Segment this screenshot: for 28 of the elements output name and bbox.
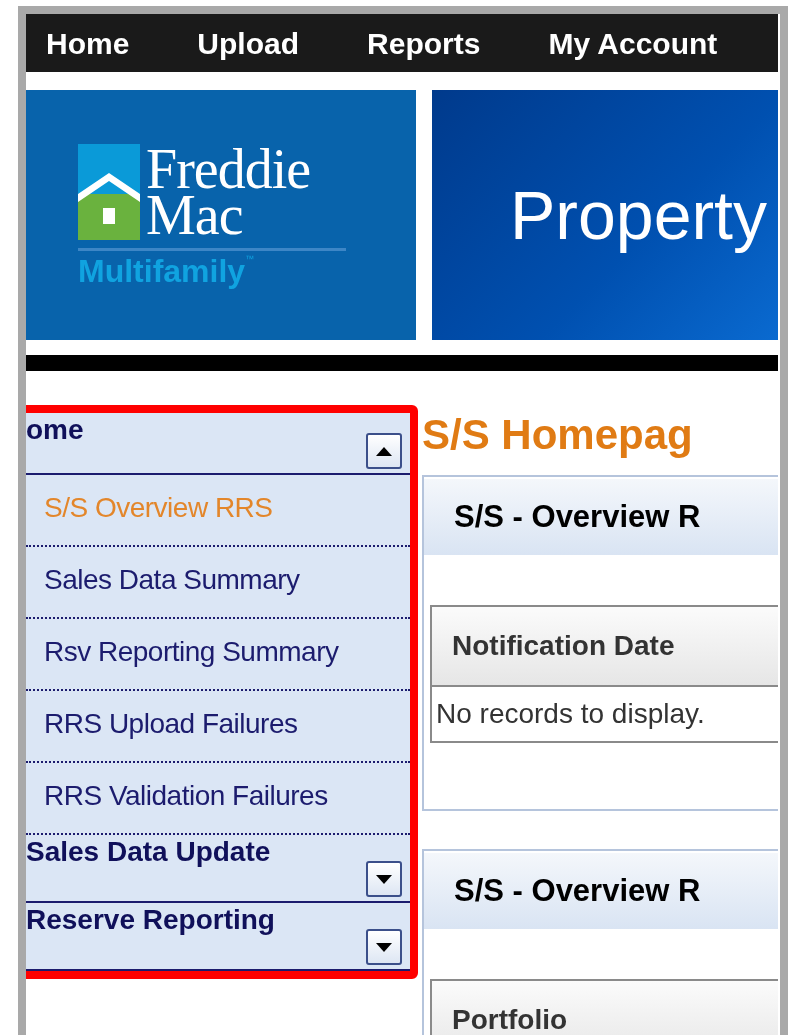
nav-link[interactable]: Upload	[197, 20, 300, 66]
sidebar-item[interactable]: RRS Validation Failures	[26, 763, 410, 835]
house-icon	[78, 143, 140, 240]
nav-link[interactable]: Home	[46, 20, 130, 66]
logo-tagline: Multifamily	[78, 254, 246, 287]
section-header[interactable]: Sales Data Update	[26, 835, 271, 867]
caret-down-icon	[376, 942, 392, 952]
section-header[interactable]: ome	[26, 413, 84, 445]
page-title: S/S Homepag	[422, 411, 694, 459]
panel-title: S/S - Overview R	[454, 497, 701, 536]
column-header[interactable]: Portfolio	[432, 981, 778, 1035]
toggle-button[interactable]	[366, 861, 402, 897]
section-header[interactable]: Reserve Reporting	[26, 903, 275, 935]
caret-down-icon	[376, 874, 392, 884]
column-header[interactable]: Notification Date	[432, 607, 778, 685]
toggle-button[interactable]	[366, 433, 402, 469]
panel-title: S/S - Overview R	[454, 871, 701, 910]
nav-link[interactable]: Reports	[367, 20, 481, 66]
caret-up-icon	[376, 446, 392, 456]
nav-link[interactable]: My Account	[548, 20, 718, 66]
logo-text: Freddie	[146, 145, 311, 192]
logo-text: Mac	[146, 191, 243, 238]
toggle-button[interactable]	[366, 929, 402, 965]
sidebar-item[interactable]: Rsv Reporting Summary	[26, 619, 410, 691]
trademark-mark: ™	[245, 254, 255, 264]
sidebar-item[interactable]: Sales Data Summary	[26, 547, 410, 619]
sidebar-item[interactable]: RRS Upload Failures	[26, 691, 410, 763]
empty-message: No records to display.	[432, 685, 778, 741]
